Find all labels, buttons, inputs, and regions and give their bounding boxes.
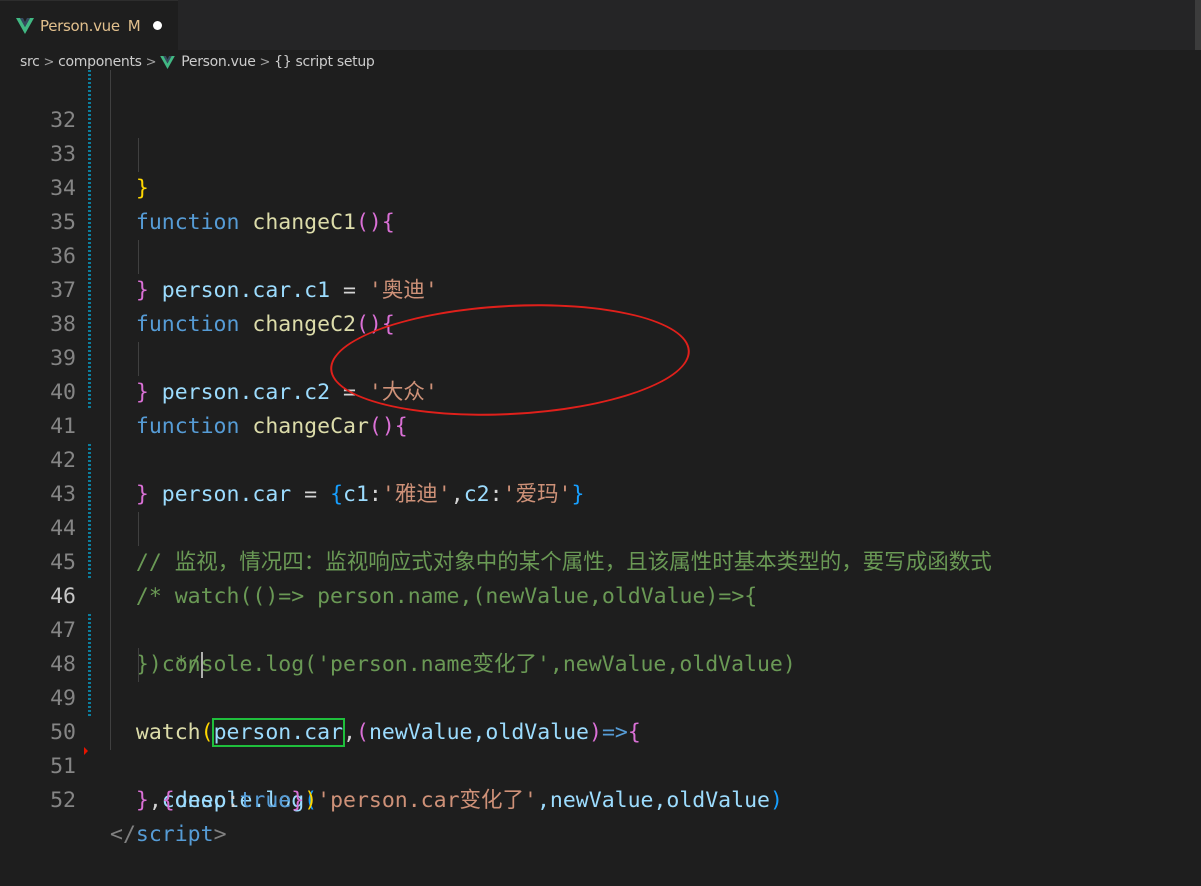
gutter-deleted-marker-icon <box>84 747 88 755</box>
code-line: 44 /* watch(()=> person.name,(newValue,o… <box>0 478 1201 609</box>
code-token: ,newValue,oldValue <box>536 788 770 813</box>
gutter-modified-indicator[interactable] <box>88 444 91 580</box>
indent-guide <box>110 444 111 478</box>
indent-guide <box>138 240 139 274</box>
code-line: 43 // 监视，情况四：监视响应式对象中的某个属性，且该属性时基本类型的，要写… <box>0 444 1201 575</box>
indent-guide <box>138 138 139 172</box>
code-line-active: 46 }) */ <box>0 546 1201 678</box>
code-line: 34 person.car.c1 = '奥迪' <box>0 138 1201 303</box>
code-token: > <box>213 822 227 847</box>
code-token: ) <box>304 788 318 813</box>
indent-guide <box>110 614 111 648</box>
indent-guide <box>110 308 111 342</box>
indent-guide <box>138 512 139 546</box>
indent-guide <box>110 70 111 104</box>
code-line: 37 person.car.c2 = '大众' <box>0 240 1201 405</box>
indent-guide <box>110 138 111 172</box>
code-line: 45 console.log('person.name变化了',newValue… <box>0 512 1201 677</box>
tab-modified-badge: M <box>127 16 141 35</box>
indent-guide <box>110 172 111 206</box>
code-line: 32 } <box>0 70 1201 201</box>
chevron-right-icon: > <box>145 54 157 70</box>
tab-person-vue[interactable]: Person.vue M <box>0 0 178 50</box>
code-text: },{deep:true}) <box>110 784 317 818</box>
code-token: </ <box>110 822 136 847</box>
code-token: , <box>148 788 162 813</box>
line-number: 52 <box>50 788 76 813</box>
code-line: 52 </script> <box>0 750 1201 847</box>
code-editor[interactable]: 32 } 33 function changeC1(){ 34 person.c… <box>0 70 1201 847</box>
editor-tab-bar: Person.vue M <box>0 0 1201 50</box>
code-token: deep <box>174 788 227 813</box>
code-token: { <box>161 788 175 813</box>
code-line: 35 } <box>0 172 1201 303</box>
indent-guide <box>110 682 111 716</box>
breadcrumb-item-symbol[interactable]: {} script setup <box>274 54 375 70</box>
vue-icon <box>16 17 34 34</box>
code-line: 51 <box>0 716 1201 779</box>
tab-file-name: Person.vue <box>40 16 120 35</box>
breadcrumb-item-file[interactable]: Person.vue <box>181 54 256 70</box>
indent-guide <box>110 410 111 444</box>
indent-guide <box>110 104 111 138</box>
indent-guide <box>110 580 111 614</box>
indent-guide <box>110 648 111 682</box>
code-token: : <box>226 788 240 813</box>
code-token: 'person.car变化了' <box>317 788 537 813</box>
gutter-modified-indicator[interactable] <box>88 614 91 716</box>
code-line: 49 console.log('person.car变化了',newValue,… <box>0 648 1201 813</box>
chevron-right-icon: > <box>43 54 55 70</box>
unsaved-dot-icon[interactable] <box>152 21 162 30</box>
breadcrumb-item-src[interactable]: src <box>20 54 40 70</box>
code-line: 47 <box>0 580 1201 643</box>
code-line: 42 <box>0 410 1201 473</box>
gutter-modified-indicator[interactable] <box>88 70 91 410</box>
breadcrumb-item-components[interactable]: components <box>58 54 142 70</box>
code-line: 33 function changeC1(){ <box>0 104 1201 235</box>
code-token: ) <box>769 788 783 813</box>
indent-guide <box>110 478 111 512</box>
indent-guide <box>110 512 111 546</box>
indent-guide <box>138 648 139 682</box>
indent-guide <box>110 206 111 240</box>
tab-scroll-edge <box>1195 0 1201 50</box>
code-line: 36 function changeC2(){ <box>0 206 1201 337</box>
indent-guide <box>138 342 139 376</box>
code-token: } <box>135 788 149 813</box>
code-line: 50 },{deep:true}) <box>0 682 1201 813</box>
code-line: 48 watch(person.car,(newValue,oldValue)=… <box>0 614 1201 747</box>
vue-icon <box>160 55 176 69</box>
indent-guide <box>110 546 111 580</box>
chevron-right-icon: > <box>259 54 271 70</box>
code-token: true <box>239 788 292 813</box>
code-text: </script> <box>110 818 227 852</box>
indent-guide <box>110 716 111 750</box>
code-line: 38 } <box>0 274 1201 405</box>
indent-guide <box>110 376 111 410</box>
indent-guide <box>110 342 111 376</box>
code-token: script <box>135 822 214 847</box>
indent-guide <box>110 274 111 308</box>
indent-guide <box>110 240 111 274</box>
code-token: } <box>291 788 305 813</box>
